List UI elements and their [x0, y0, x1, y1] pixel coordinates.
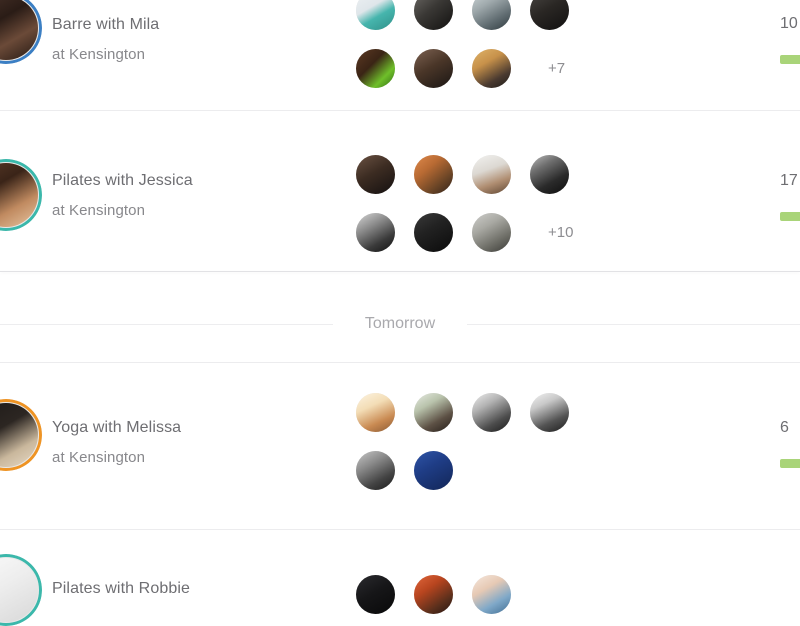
attendee-avatar[interactable] — [472, 155, 511, 194]
attendee-avatar[interactable] — [530, 393, 569, 432]
attendee-avatar[interactable] — [472, 213, 511, 252]
attendee-avatar[interactable] — [530, 155, 569, 194]
class-title: Pilates with Robbie — [52, 580, 190, 597]
attendee-row: +10 — [356, 213, 573, 252]
class-meta: 6 — [780, 420, 800, 468]
instructor-avatar[interactable] — [0, 0, 42, 64]
attendee-avatar[interactable] — [356, 575, 395, 614]
class-title: Pilates with Jessica — [52, 172, 193, 189]
class-info: Pilates with Robbie — [52, 581, 190, 597]
instructor-avatar[interactable] — [0, 554, 42, 626]
class-row[interactable]: Barre with Mila at Kensington +7 10 — [0, 0, 800, 110]
instructor-avatar[interactable] — [0, 399, 42, 471]
attendee-row — [356, 451, 569, 490]
attendee-avatar[interactable] — [472, 0, 511, 30]
day-separator-label: Tomorrow — [364, 315, 436, 332]
attendee-avatar[interactable] — [472, 393, 511, 432]
class-attendee-count: 6 — [780, 419, 789, 436]
class-capacity-bar — [780, 459, 800, 468]
attendee-avatar[interactable] — [356, 49, 395, 88]
class-capacity-bar — [780, 212, 800, 221]
attendee-row — [356, 155, 573, 194]
attendee-avatar[interactable] — [472, 49, 511, 88]
class-attendee-count: 10 — [780, 15, 798, 32]
attendee-avatar[interactable] — [356, 213, 395, 252]
day-separator-rule-left — [0, 323, 333, 325]
class-info: Yoga with Melissa at Kensington — [52, 419, 182, 466]
attendee-avatar-grid: +7 — [356, 0, 569, 88]
attendee-avatar[interactable] — [414, 155, 453, 194]
class-meta: 17 — [780, 173, 800, 221]
class-attendee-count: 17 — [780, 172, 798, 189]
attendee-avatar-grid: +10 — [356, 155, 573, 252]
attendee-avatar[interactable] — [414, 451, 453, 490]
attendee-avatar[interactable] — [356, 0, 395, 30]
attendee-avatar[interactable] — [530, 0, 569, 30]
class-capacity-bar — [780, 55, 800, 64]
attendee-overflow-count[interactable]: +7 — [548, 61, 565, 76]
class-location: at Kensington — [52, 449, 146, 466]
attendee-avatar[interactable] — [414, 393, 453, 432]
attendee-avatar[interactable] — [356, 451, 395, 490]
class-title: Yoga with Melissa — [52, 419, 182, 436]
attendee-avatar-grid — [356, 575, 511, 614]
day-separator-rule-right — [467, 323, 800, 325]
attendee-overflow-count[interactable]: +10 — [548, 225, 573, 240]
attendee-avatar[interactable] — [414, 49, 453, 88]
class-info: Pilates with Jessica at Kensington — [52, 172, 193, 219]
class-meta: 10 — [780, 16, 800, 64]
attendee-avatar-grid — [356, 393, 569, 490]
attendee-avatar[interactable] — [414, 575, 453, 614]
class-info: Barre with Mila at Kensington — [52, 16, 160, 63]
attendee-row — [356, 393, 569, 432]
attendee-avatar[interactable] — [414, 0, 453, 30]
attendee-row: +7 — [356, 49, 569, 88]
attendee-row — [356, 0, 569, 30]
class-row[interactable]: Yoga with Melissa at Kensington 6 — [0, 363, 800, 529]
attendee-row — [356, 575, 511, 614]
class-row[interactable]: Pilates with Robbie — [0, 530, 800, 626]
class-location: at Kensington — [52, 202, 146, 219]
attendee-avatar[interactable] — [356, 155, 395, 194]
class-location: at Kensington — [52, 46, 146, 63]
attendee-avatar[interactable] — [356, 393, 395, 432]
class-schedule-list: Barre with Mila at Kensington +7 10 Pila… — [0, 0, 800, 626]
class-title: Barre with Mila — [52, 16, 160, 33]
day-separator: Tomorrow — [0, 316, 800, 332]
class-row[interactable]: Pilates with Jessica at Kensington +10 1… — [0, 111, 800, 271]
instructor-avatar[interactable] — [0, 159, 42, 231]
attendee-avatar[interactable] — [414, 213, 453, 252]
attendee-avatar[interactable] — [472, 575, 511, 614]
section-divider — [0, 271, 800, 272]
